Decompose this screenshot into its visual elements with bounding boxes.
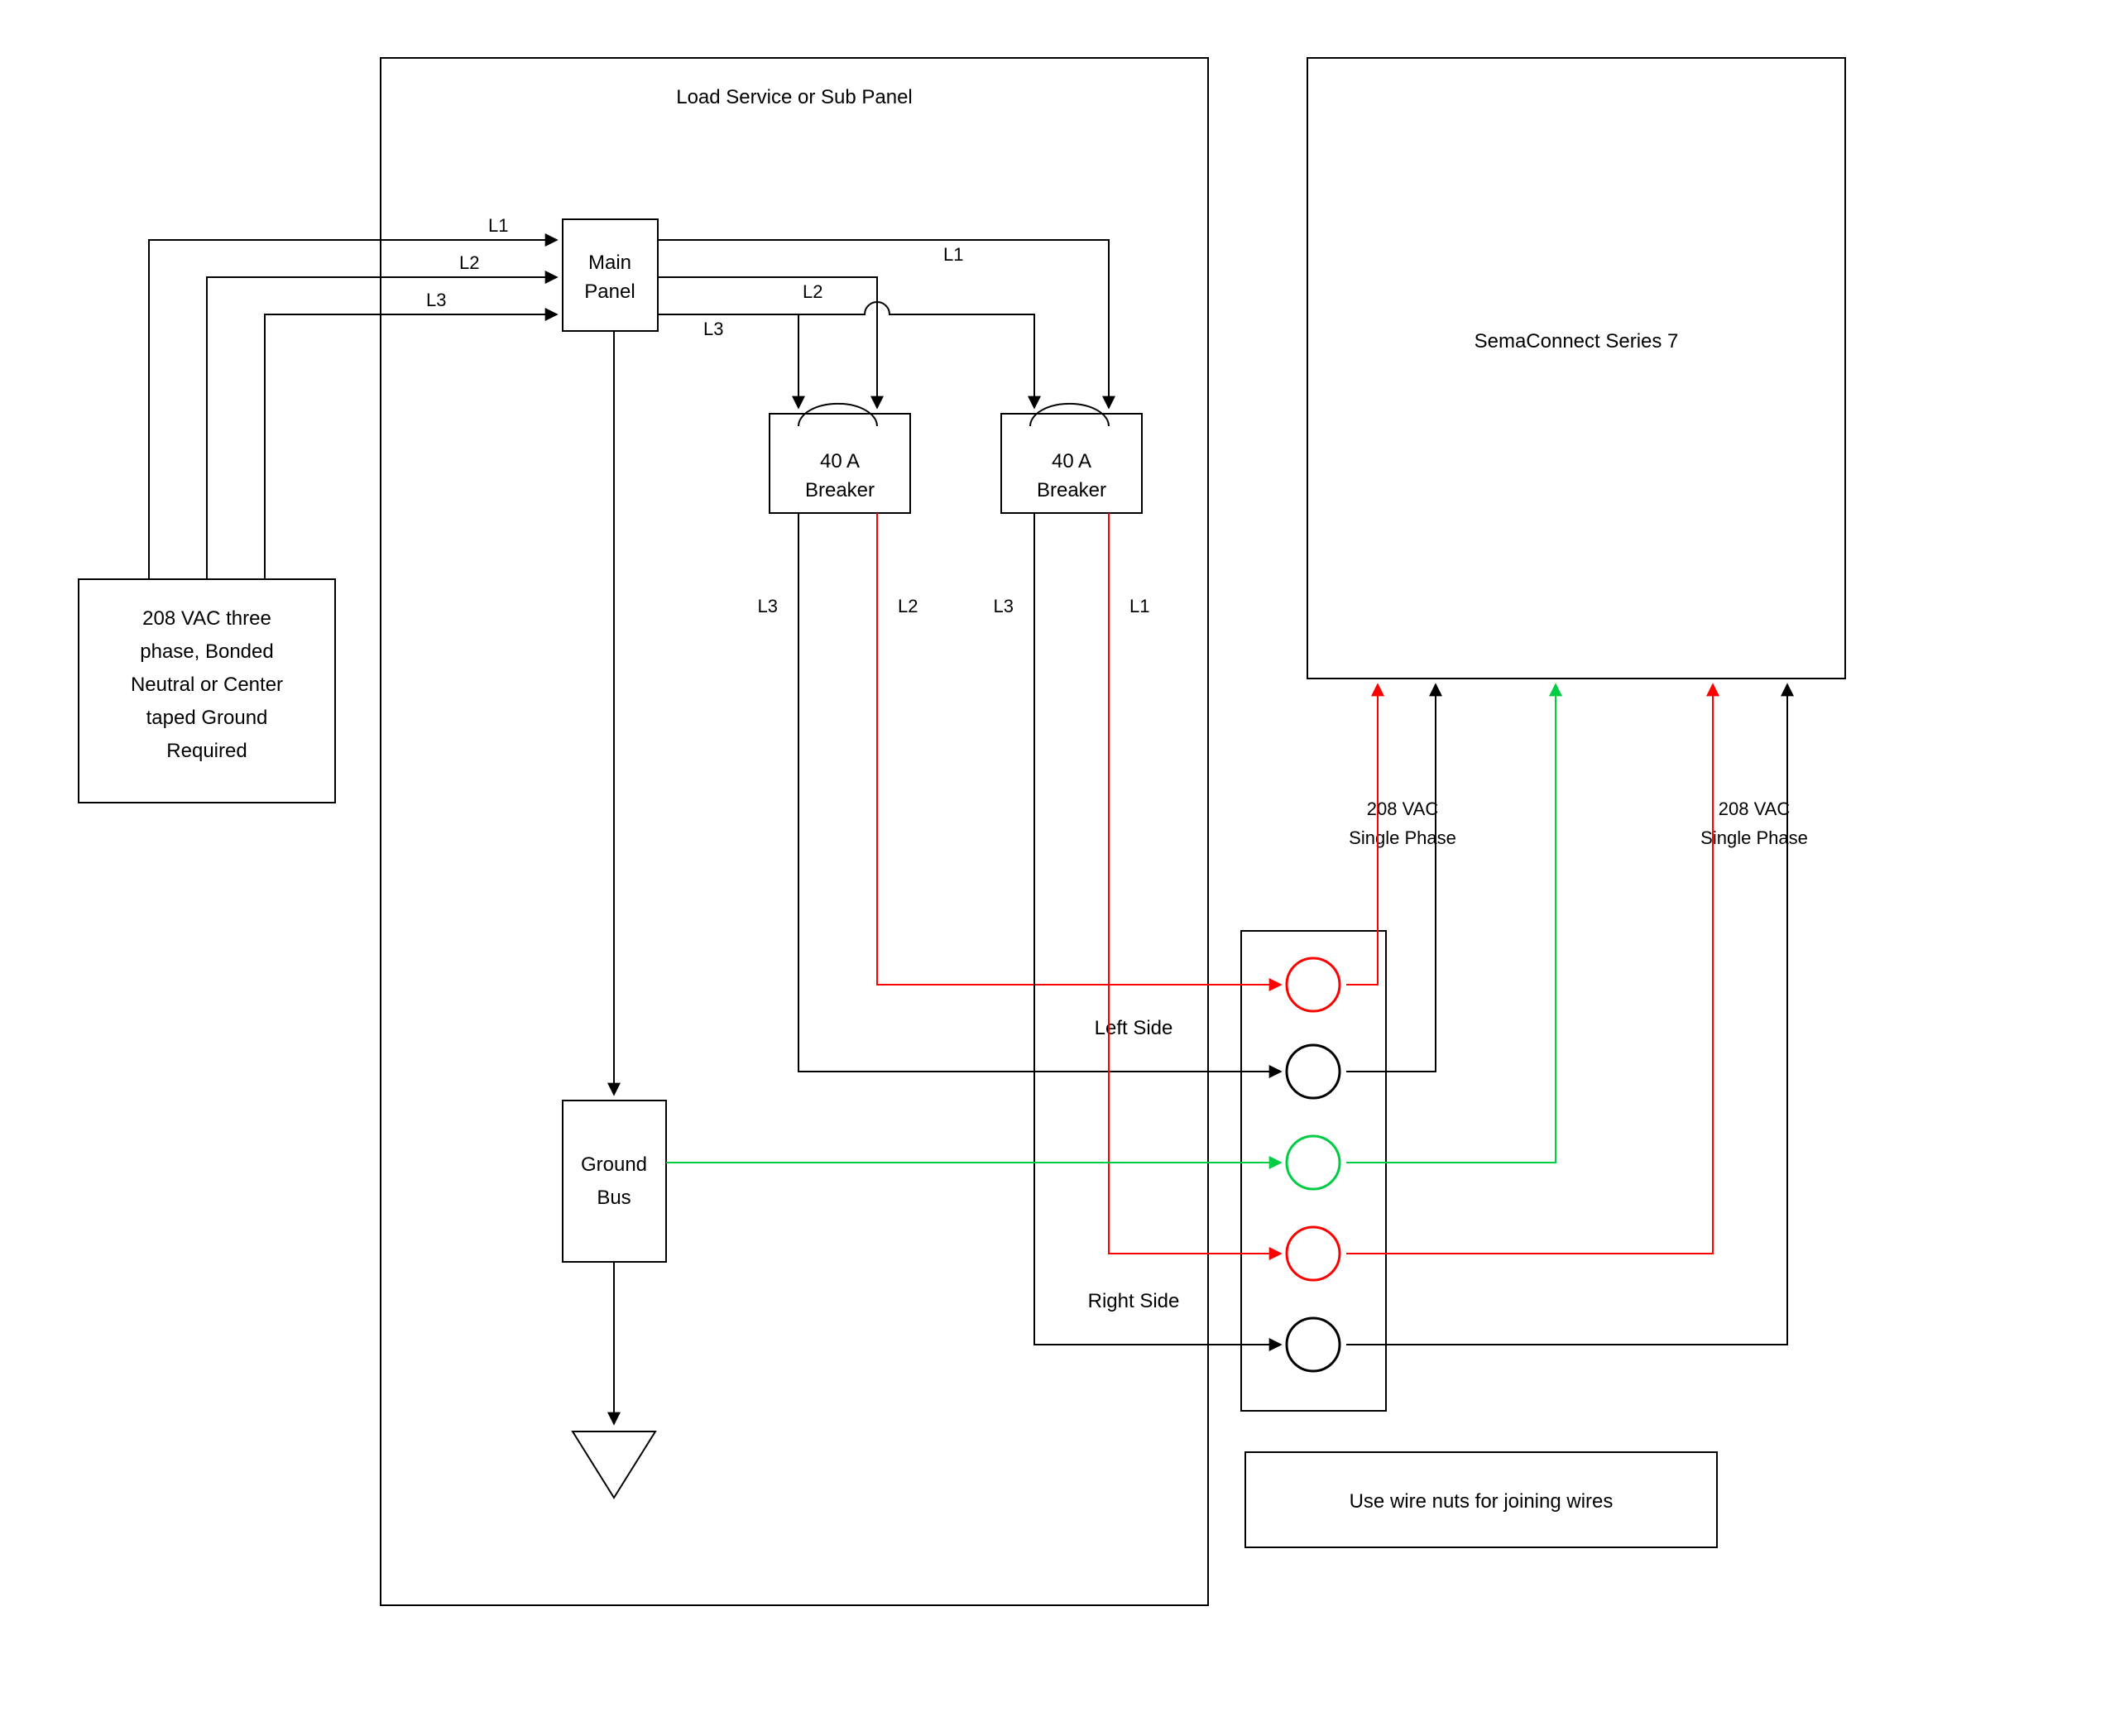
breaker-left-l1: 40 A bbox=[820, 450, 860, 472]
source-line3: Neutral or Center bbox=[131, 674, 283, 696]
wire-l2-panel bbox=[658, 277, 877, 407]
wire-b2-l1 bbox=[1109, 513, 1280, 1254]
wire-l2-in-label: L2 bbox=[459, 252, 479, 273]
ground-bus-l2: Bus bbox=[597, 1187, 631, 1209]
breaker-right-l1: 40 A bbox=[1052, 450, 1091, 472]
right-side-label: Right Side bbox=[1088, 1290, 1180, 1312]
wire-l3-in bbox=[265, 314, 556, 579]
terminal-2 bbox=[1287, 1045, 1340, 1098]
breaker-left-box: 40 A Breaker bbox=[770, 404, 910, 513]
breaker-right-l2: Breaker bbox=[1037, 479, 1106, 501]
wire-b1-l2 bbox=[877, 513, 1280, 985]
wire-t2-up bbox=[1346, 685, 1436, 1072]
phase-right-l1: 208 VAC bbox=[1719, 798, 1791, 819]
panel-box bbox=[381, 58, 1208, 1605]
wire-t5-up bbox=[1346, 685, 1787, 1345]
wire-b2-l3 bbox=[1034, 513, 1280, 1345]
terminal-4 bbox=[1287, 1227, 1340, 1280]
device-label: SemaConnect Series 7 bbox=[1475, 330, 1679, 352]
terminal-box bbox=[1241, 931, 1386, 1411]
terminal-1 bbox=[1287, 958, 1340, 1011]
source-line5: Required bbox=[166, 740, 247, 762]
wire-b1-l2-label: L2 bbox=[898, 596, 918, 616]
wire-l2-panel-label: L2 bbox=[803, 281, 822, 302]
left-side-label: Left Side bbox=[1095, 1017, 1173, 1039]
breaker-left-l2: Breaker bbox=[805, 479, 875, 501]
phase-left-l2: Single Phase bbox=[1349, 827, 1456, 848]
terminal-3 bbox=[1287, 1136, 1340, 1189]
wire-l1-in bbox=[149, 240, 556, 579]
wire-l3-panel-b bbox=[798, 302, 1034, 407]
terminal-5 bbox=[1287, 1318, 1340, 1371]
note-text: Use wire nuts for joining wires bbox=[1350, 1490, 1614, 1513]
main-panel-l2: Panel bbox=[584, 281, 635, 303]
wire-l3-panel-label: L3 bbox=[703, 319, 723, 339]
source-line4: taped Ground bbox=[146, 707, 268, 729]
wire-t4-up bbox=[1346, 685, 1713, 1254]
breaker-right-box: 40 A Breaker bbox=[1001, 404, 1142, 513]
wire-b2-l1-label: L1 bbox=[1129, 596, 1149, 616]
device-box bbox=[1307, 58, 1845, 679]
source-line1: 208 VAC three bbox=[142, 607, 271, 630]
wire-l3-panel-a bbox=[658, 314, 798, 407]
phase-right-l2: Single Phase bbox=[1700, 827, 1808, 848]
panel-title: Load Service or Sub Panel bbox=[676, 86, 913, 108]
source-line2: phase, Bonded bbox=[140, 640, 273, 663]
wire-l1-in-label: L1 bbox=[488, 215, 508, 236]
wire-b2-l3-label: L3 bbox=[994, 596, 1014, 616]
wire-l1-panel bbox=[658, 240, 1109, 407]
wire-l1-panel-label: L1 bbox=[943, 244, 963, 265]
wire-l3-in-label: L3 bbox=[426, 290, 446, 310]
ground-bus-box bbox=[563, 1101, 666, 1262]
ground-symbol-icon bbox=[573, 1262, 655, 1498]
ground-bus-l1: Ground bbox=[581, 1153, 647, 1176]
wire-b1-l3-label: L3 bbox=[758, 596, 778, 616]
main-panel-box bbox=[563, 219, 658, 331]
wiring-diagram: Load Service or Sub Panel 208 VAC three … bbox=[0, 0, 2110, 1736]
main-panel-l1: Main bbox=[588, 252, 631, 274]
